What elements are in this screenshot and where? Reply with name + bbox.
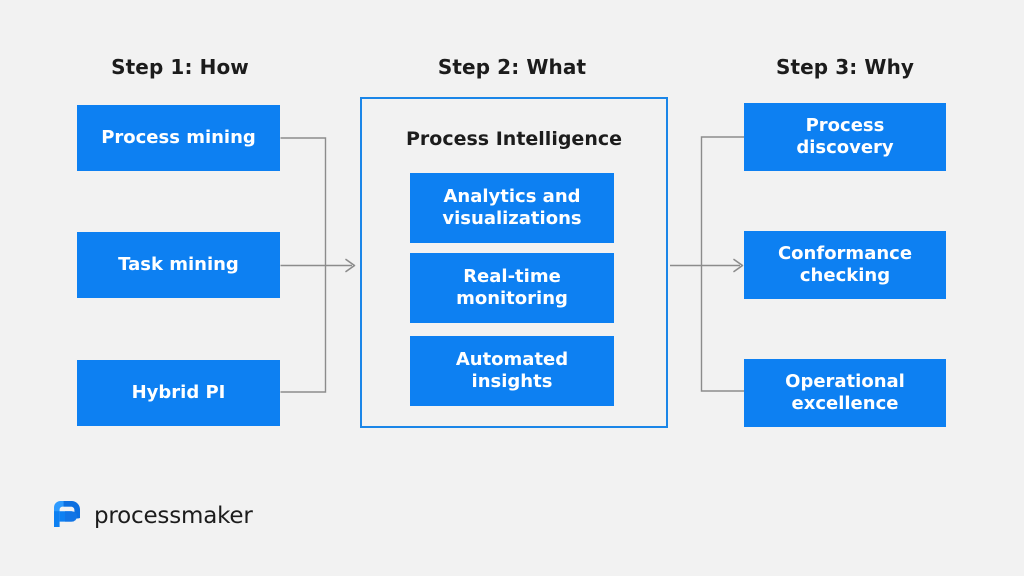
box-conformance-checking[interactable]: Conformance checking [744, 231, 946, 299]
panel-title: Process Intelligence [406, 128, 622, 150]
step-3-heading: Step 3: Why [775, 55, 915, 79]
processmaker-logo: processmaker [50, 497, 253, 535]
box-task-mining[interactable]: Task mining [77, 232, 280, 298]
box-real-time-monitoring[interactable]: Real-time monitoring [410, 253, 614, 323]
processmaker-logo-icon [50, 497, 84, 535]
step-1-heading: Step 1: How [111, 55, 249, 79]
diagram-canvas: Step 1: How Step 2: What Step 3: Why Pro… [0, 0, 1024, 576]
box-analytics-and-visualizations[interactable]: Analytics and visualizations [410, 173, 614, 243]
box-operational-excellence[interactable]: Operational excellence [744, 359, 946, 427]
box-process-discovery[interactable]: Process discovery [744, 103, 946, 171]
processmaker-wordmark: processmaker [94, 503, 253, 529]
box-process-mining[interactable]: Process mining [77, 105, 280, 171]
box-automated-insights[interactable]: Automated insights [410, 336, 614, 406]
box-hybrid-pi[interactable]: Hybrid PI [77, 360, 280, 426]
step-2-heading: Step 2: What [437, 55, 587, 79]
